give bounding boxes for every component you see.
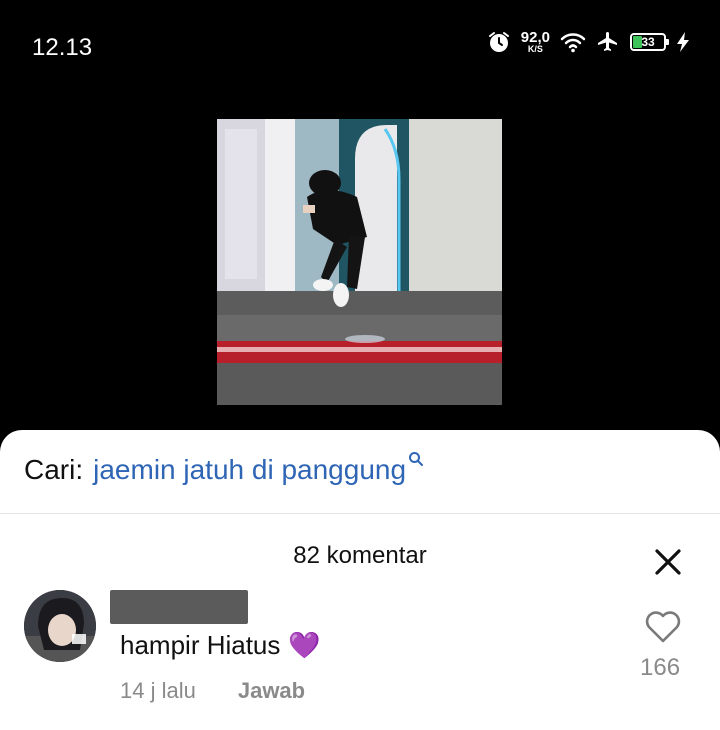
status-time: 12.13 — [32, 34, 93, 61]
purple-heart-emoji: 💜 — [288, 630, 321, 660]
like-count: 166 — [640, 654, 681, 681]
divider — [0, 513, 720, 514]
search-query-link[interactable]: jaemin jatuh di panggung — [93, 454, 406, 486]
status-icons: 92,0 K/S 33 — [487, 30, 690, 54]
wifi-icon — [560, 33, 586, 53]
comment-meta: 14 j lalu Jawab — [120, 678, 305, 704]
video-thumbnail[interactable] — [217, 119, 502, 405]
network-speed: 92,0 K/S — [521, 30, 550, 54]
network-speed-unit: K/S — [527, 44, 543, 54]
battery-level: 33 — [641, 35, 655, 49]
status-bar: 12.13 92,0 K/S 33 — [0, 0, 720, 92]
battery-icon: 33 — [630, 33, 669, 51]
comment-body: hampir Hiatus — [120, 630, 281, 660]
comment-count: 82 komentar — [293, 542, 427, 569]
avatar-image — [24, 590, 96, 662]
video-scene — [217, 119, 502, 405]
airplane-mode-icon — [598, 32, 617, 51]
search-prefix-label: Cari: — [24, 454, 84, 485]
search-suggestion[interactable]: Cari: jaemin jatuh di panggung — [24, 452, 424, 486]
heart-icon[interactable] — [643, 608, 683, 644]
username-redacted[interactable] — [110, 590, 248, 624]
avatar[interactable] — [24, 590, 96, 662]
alarm-icon — [488, 32, 509, 52]
charging-bolt-icon — [677, 32, 689, 52]
reply-button[interactable]: Jawab — [238, 678, 305, 704]
comments-sheet: Cari: jaemin jatuh di panggung 82 koment… — [0, 430, 720, 730]
comment-text: hampir Hiatus 💜 — [120, 630, 321, 661]
comment-time: 14 j lalu — [120, 678, 196, 703]
network-speed-value: 92,0 — [520, 29, 550, 46]
close-icon[interactable] — [650, 544, 686, 580]
search-icon — [409, 452, 424, 466]
